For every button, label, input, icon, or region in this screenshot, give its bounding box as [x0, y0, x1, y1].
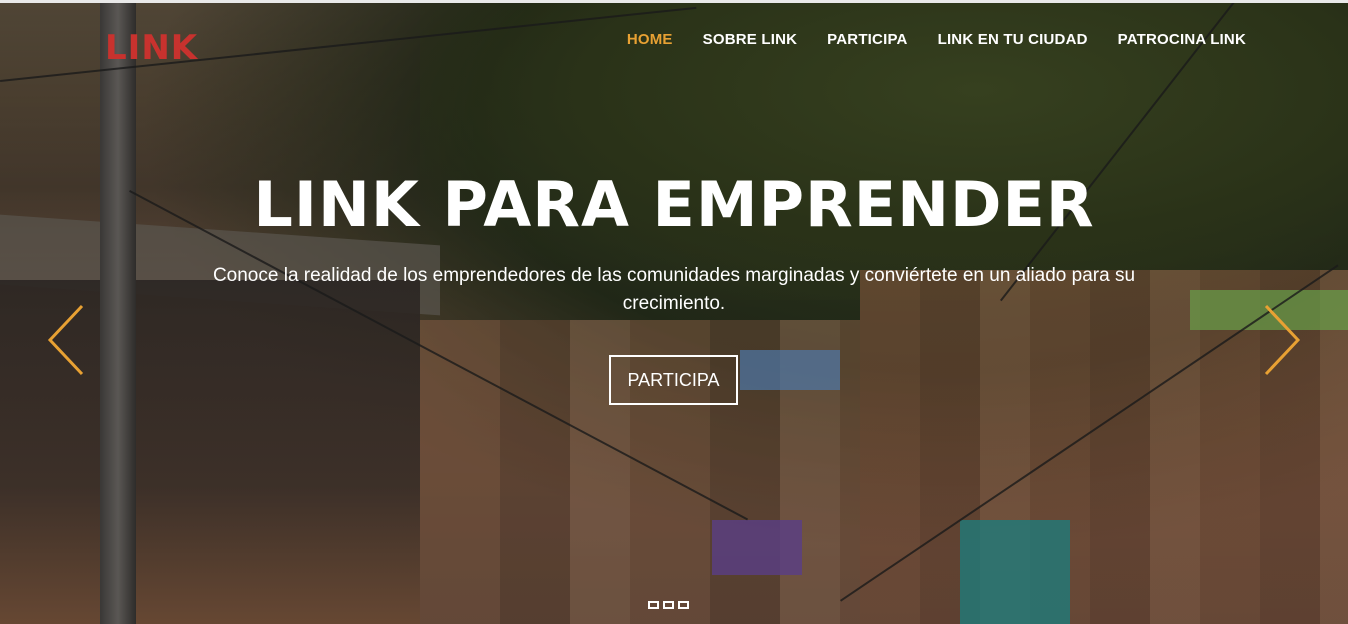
chevron-right-icon: [1264, 304, 1301, 376]
carousel-dot[interactable]: [648, 601, 659, 609]
house-scenery: [960, 520, 1070, 624]
carousel-dot[interactable]: [678, 601, 689, 609]
hero-subtitle: Conoce la realidad de los emprendedores …: [212, 265, 1136, 314]
logo-text: LINK: [105, 28, 199, 68]
chevron-left-icon: [47, 304, 84, 376]
carousel-dot[interactable]: [663, 601, 674, 609]
nav-item-patrocina-link[interactable]: PATROCINA LINK: [1118, 31, 1246, 48]
main-nav: HOME SOBRE LINK PARTICIPA LINK EN TU CIU…: [627, 31, 1246, 48]
nav-item-sobre-link[interactable]: SOBRE LINK: [703, 31, 798, 48]
hero-title: LINK PARA EMPRENDER: [253, 168, 1095, 241]
carousel-next-button[interactable]: [1262, 300, 1302, 380]
house-scenery: [740, 350, 840, 390]
nav-item-participa[interactable]: PARTICIPA: [827, 31, 907, 48]
carousel-prev-button[interactable]: [46, 300, 86, 380]
nav-item-home[interactable]: HOME: [627, 31, 673, 48]
utility-pole: [100, 0, 136, 624]
nav-item-link-en-tu-ciudad[interactable]: LINK EN TU CIUDAD: [938, 31, 1088, 48]
carousel-indicators: [648, 601, 689, 609]
logo[interactable]: LINK: [105, 28, 198, 68]
top-border: [0, 0, 1348, 3]
house-scenery: [712, 520, 802, 575]
participa-button[interactable]: PARTICIPA: [609, 355, 738, 405]
